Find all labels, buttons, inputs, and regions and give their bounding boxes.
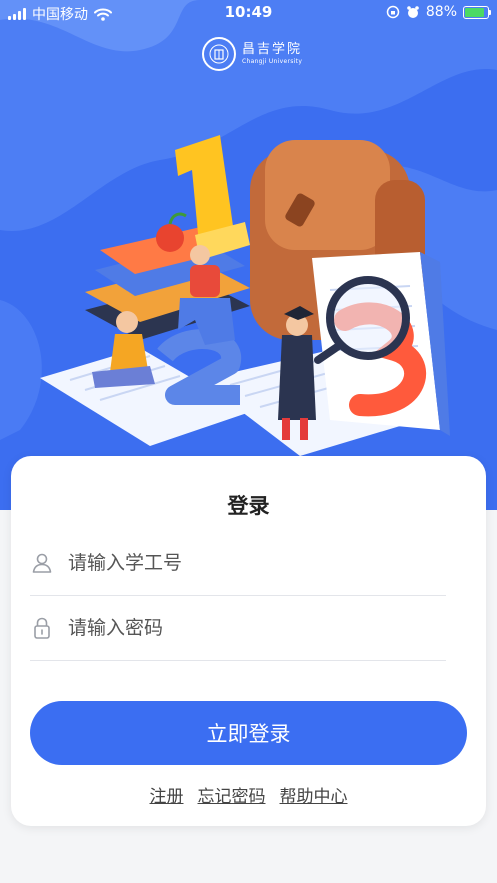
help-center-link[interactable]: 帮助中心 (280, 782, 348, 807)
school-name-cn: 昌吉学院 (242, 42, 303, 57)
battery-percentage: 88% (425, 4, 457, 20)
hero-illustration (0, 0, 497, 456)
alarm-icon (407, 6, 419, 18)
battery-icon (463, 5, 491, 19)
forgot-password-link[interactable]: 忘记密码 (198, 782, 266, 807)
login-card: 登录 立即登录 注册 忘记密码 帮助中心 (11, 456, 486, 826)
login-title: 登录 (227, 494, 270, 518)
lock-icon (34, 617, 50, 639)
school-name-en: Changji University (242, 58, 303, 65)
register-link[interactable]: 注册 (150, 782, 184, 807)
password-input[interactable] (68, 617, 428, 639)
school-logo: 昌吉学院 Changji University (202, 37, 302, 71)
hero-banner: 中国移动 10:49 88% 昌吉学院 Changji University (0, 0, 497, 510)
rotation-lock-icon (386, 5, 400, 19)
student-id-input[interactable] (68, 552, 428, 574)
auxiliary-links: 注册 忘记密码 帮助中心 (11, 782, 486, 807)
user-icon (32, 553, 52, 573)
battery-level (465, 7, 485, 17)
student-id-field (30, 531, 446, 596)
status-bar: 中国移动 10:49 88% (0, 0, 497, 26)
school-seal-logo (202, 37, 236, 71)
login-button[interactable]: 立即登录 (30, 701, 467, 765)
password-field (30, 596, 446, 661)
